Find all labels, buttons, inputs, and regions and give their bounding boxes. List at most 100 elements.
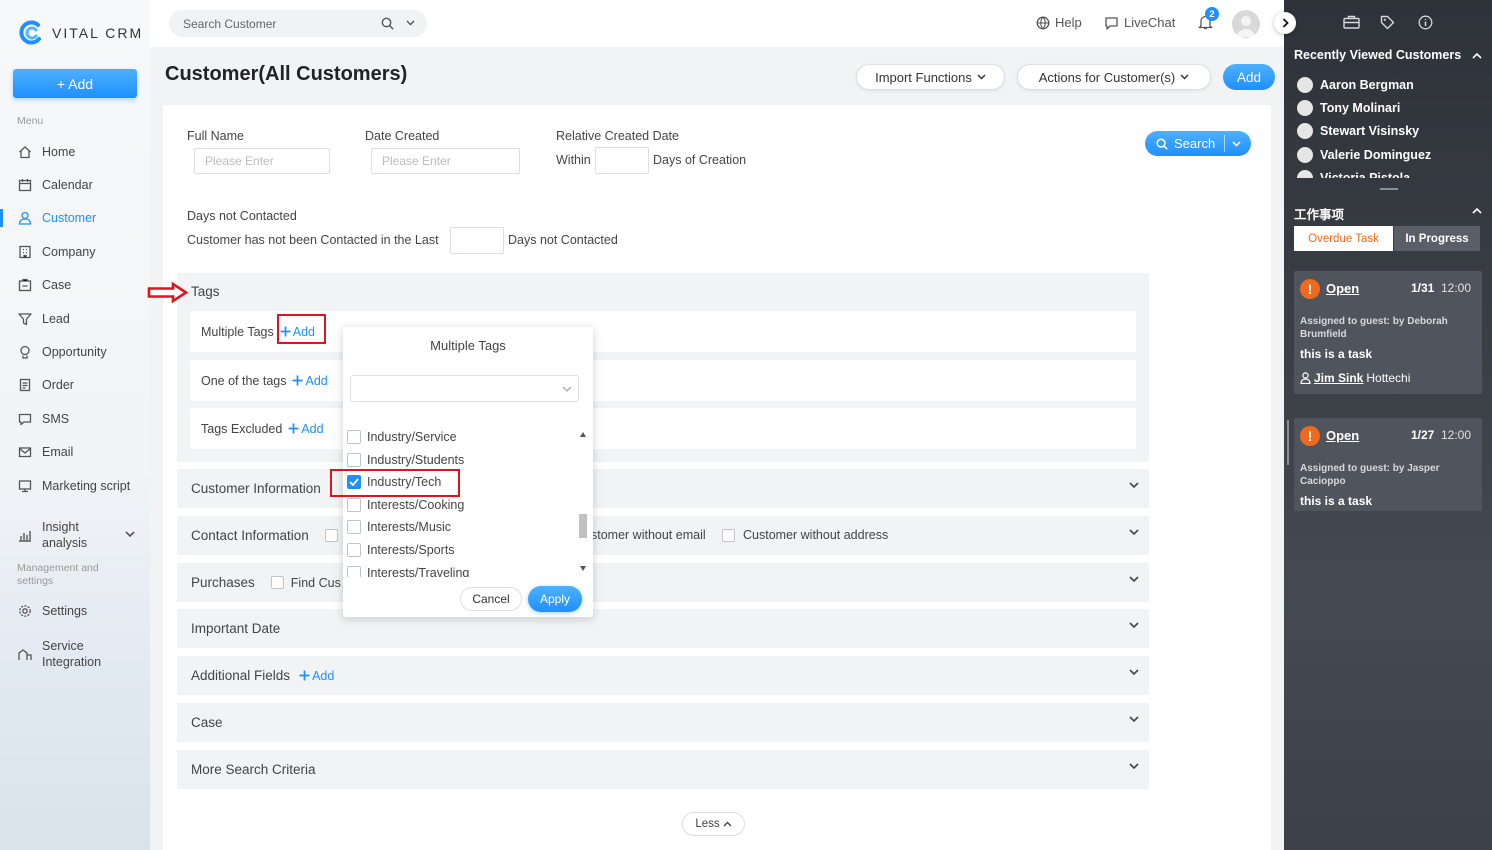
import-functions-button[interactable]: Import Functions	[856, 64, 1005, 90]
customer-without-address-checkbox[interactable]	[722, 529, 735, 542]
recent-customer-item[interactable]: Victoria Pistola	[1297, 169, 1410, 178]
sidebar-item-settings[interactable]: Settings	[0, 599, 150, 623]
sidebar-item-sms[interactable]: SMS	[0, 407, 150, 431]
checkbox[interactable]	[347, 543, 361, 557]
days-not-contacted-label: Days not Contacted	[187, 209, 297, 223]
tag-option[interactable]: Interests/Traveling	[347, 563, 469, 577]
search-icon[interactable]	[381, 17, 394, 30]
checkbox[interactable]	[347, 565, 361, 577]
scroll-down-icon[interactable]	[580, 566, 586, 571]
chevron-right-icon	[1282, 18, 1289, 28]
checkbox[interactable]	[347, 430, 361, 444]
chevron-down-icon[interactable]	[1232, 140, 1241, 147]
scrollbar-thumb[interactable]	[579, 514, 587, 538]
sidebar-item-home[interactable]: Home	[0, 140, 150, 164]
scroll-up-icon[interactable]	[580, 432, 586, 437]
dropdown-apply-button[interactable]: Apply	[528, 586, 582, 612]
sidebar-item-marketing-script[interactable]: Marketing script	[0, 474, 150, 498]
sidebar-item-customer[interactable]: Customer	[0, 206, 150, 230]
livechat-link[interactable]: LiveChat	[1104, 15, 1175, 30]
one-of-tags-add-link[interactable]: Add	[292, 374, 328, 388]
dropdown-cancel-button[interactable]: Cancel	[460, 587, 522, 611]
task-status[interactable]: Open	[1326, 281, 1359, 296]
task-card[interactable]: ! Open 1/31 12:00 Assigned to guest: by …	[1294, 271, 1482, 394]
checkbox[interactable]	[347, 452, 361, 467]
resize-handle[interactable]	[1380, 188, 1398, 190]
notification-button[interactable]: 2	[1198, 7, 1219, 30]
customer-actions-button[interactable]: Actions for Customer(s)	[1017, 64, 1211, 90]
less-button[interactable]: Less	[682, 812, 745, 836]
sidebar-item-company[interactable]: Company	[0, 240, 150, 264]
sidebar-item-service-integration[interactable]: Service Integration	[0, 636, 150, 672]
sidebar-item-email[interactable]: Email	[0, 440, 150, 464]
tag-option[interactable]: Interests/Cooking	[347, 495, 464, 515]
chevron-up-icon[interactable]	[1472, 53, 1482, 59]
info-icon[interactable]	[1418, 15, 1433, 30]
contact-checkbox[interactable]	[324, 529, 338, 542]
section-contact-information[interactable]: Contact Information stomer without email…	[177, 516, 1149, 555]
settings-label: Settings	[42, 604, 88, 618]
sidebar-item-label: Marketing script	[42, 479, 131, 493]
tab-in-progress[interactable]: In Progress	[1394, 226, 1480, 251]
task-status[interactable]: Open	[1326, 428, 1359, 443]
chevron-up-icon[interactable]	[1472, 208, 1482, 214]
section-additional-fields[interactable]: Additional Fields Add	[177, 656, 1149, 695]
task-contact[interactable]: Jim Sink Hottechi	[1300, 371, 1410, 385]
chevron-down-icon	[1129, 622, 1139, 629]
tag-icon[interactable]	[1380, 15, 1395, 30]
briefcase-icon[interactable]	[1343, 15, 1360, 29]
tag-option[interactable]: Interests/Sports	[347, 540, 455, 560]
tags-excluded-label: Tags Excluded	[201, 421, 283, 436]
section-purchases[interactable]: Purchases Find Cus	[177, 563, 1149, 602]
section-customer-information[interactable]: Customer Information	[177, 469, 1149, 508]
chevron-down-icon[interactable]	[406, 20, 415, 26]
customer-search-input[interactable]: Search Customer	[169, 10, 427, 37]
panel-scrollbar[interactable]	[1287, 420, 1289, 465]
sidebar-item-insight-analysis[interactable]: Insight analysis	[0, 516, 150, 554]
collapse-panel-button[interactable]	[1274, 12, 1296, 34]
add-customer-button[interactable]: Add	[1223, 64, 1275, 90]
task-contact-name[interactable]: Jim Sink	[1314, 371, 1363, 385]
checkbox[interactable]	[347, 497, 361, 512]
sidebar-item-order[interactable]: Order	[0, 373, 150, 397]
date-created-input[interactable]: Please Enter	[371, 148, 520, 174]
insight-icon	[18, 528, 32, 542]
tab-overdue-task[interactable]: Overdue Task	[1294, 226, 1393, 251]
tag-option[interactable]: Interests/Music	[347, 517, 451, 537]
notification-badge: 2	[1205, 7, 1219, 21]
section-important-date[interactable]: Important Date	[177, 609, 1149, 648]
within-days-input[interactable]	[595, 147, 649, 174]
additional-fields-add-link[interactable]: Add	[299, 669, 334, 683]
checkbox[interactable]	[347, 520, 361, 535]
tag-option[interactable]: Industry/Service	[347, 427, 457, 447]
sidebar-add-button[interactable]: + Add	[13, 69, 137, 98]
tag-option[interactable]: Industry/Students	[347, 450, 464, 470]
sidebar-item-opportunity[interactable]: Opportunity	[0, 340, 150, 364]
find-customer-checkbox[interactable]	[270, 576, 284, 589]
sidebar-item-lead[interactable]: Lead	[0, 307, 150, 331]
help-link[interactable]: Help	[1036, 15, 1082, 30]
sidebar-item-calendar[interactable]: Calendar	[0, 173, 150, 197]
section-more-search-criteria[interactable]: More Search Criteria	[177, 750, 1149, 789]
section-case[interactable]: Case	[177, 703, 1149, 742]
user-avatar[interactable]	[1232, 10, 1260, 38]
plus-icon	[299, 670, 310, 681]
full-name-input[interactable]: Please Enter	[194, 148, 330, 174]
tag-filter-select[interactable]	[350, 375, 579, 402]
tags-excluded-add-link[interactable]: Add	[288, 422, 324, 436]
search-button[interactable]: Search	[1145, 131, 1251, 156]
dropdown-scrollbar[interactable]	[578, 430, 588, 578]
recent-customer-item[interactable]: Tony Molinari	[1297, 100, 1400, 117]
recent-customer-item[interactable]: Valerie Dominguez	[1297, 146, 1431, 163]
sidebar-item-case[interactable]: Case	[0, 273, 150, 297]
recent-customer-item[interactable]: Aaron Bergman	[1297, 77, 1414, 93]
task-card[interactable]: ! Open 1/27 12:00 Assigned to guest: by …	[1294, 418, 1482, 511]
search-icon	[1156, 137, 1168, 150]
chat-icon	[1105, 16, 1118, 30]
days-of-creation-label: Days of Creation	[653, 153, 747, 167]
email-icon	[18, 445, 32, 459]
recent-customer-item[interactable]: Stewart Visinsky	[1297, 123, 1419, 140]
app-logo[interactable]: VITAL CRM	[18, 20, 143, 46]
not-contacted-days-input[interactable]	[450, 227, 504, 254]
find-customer-label: Find Cus	[290, 575, 341, 590]
